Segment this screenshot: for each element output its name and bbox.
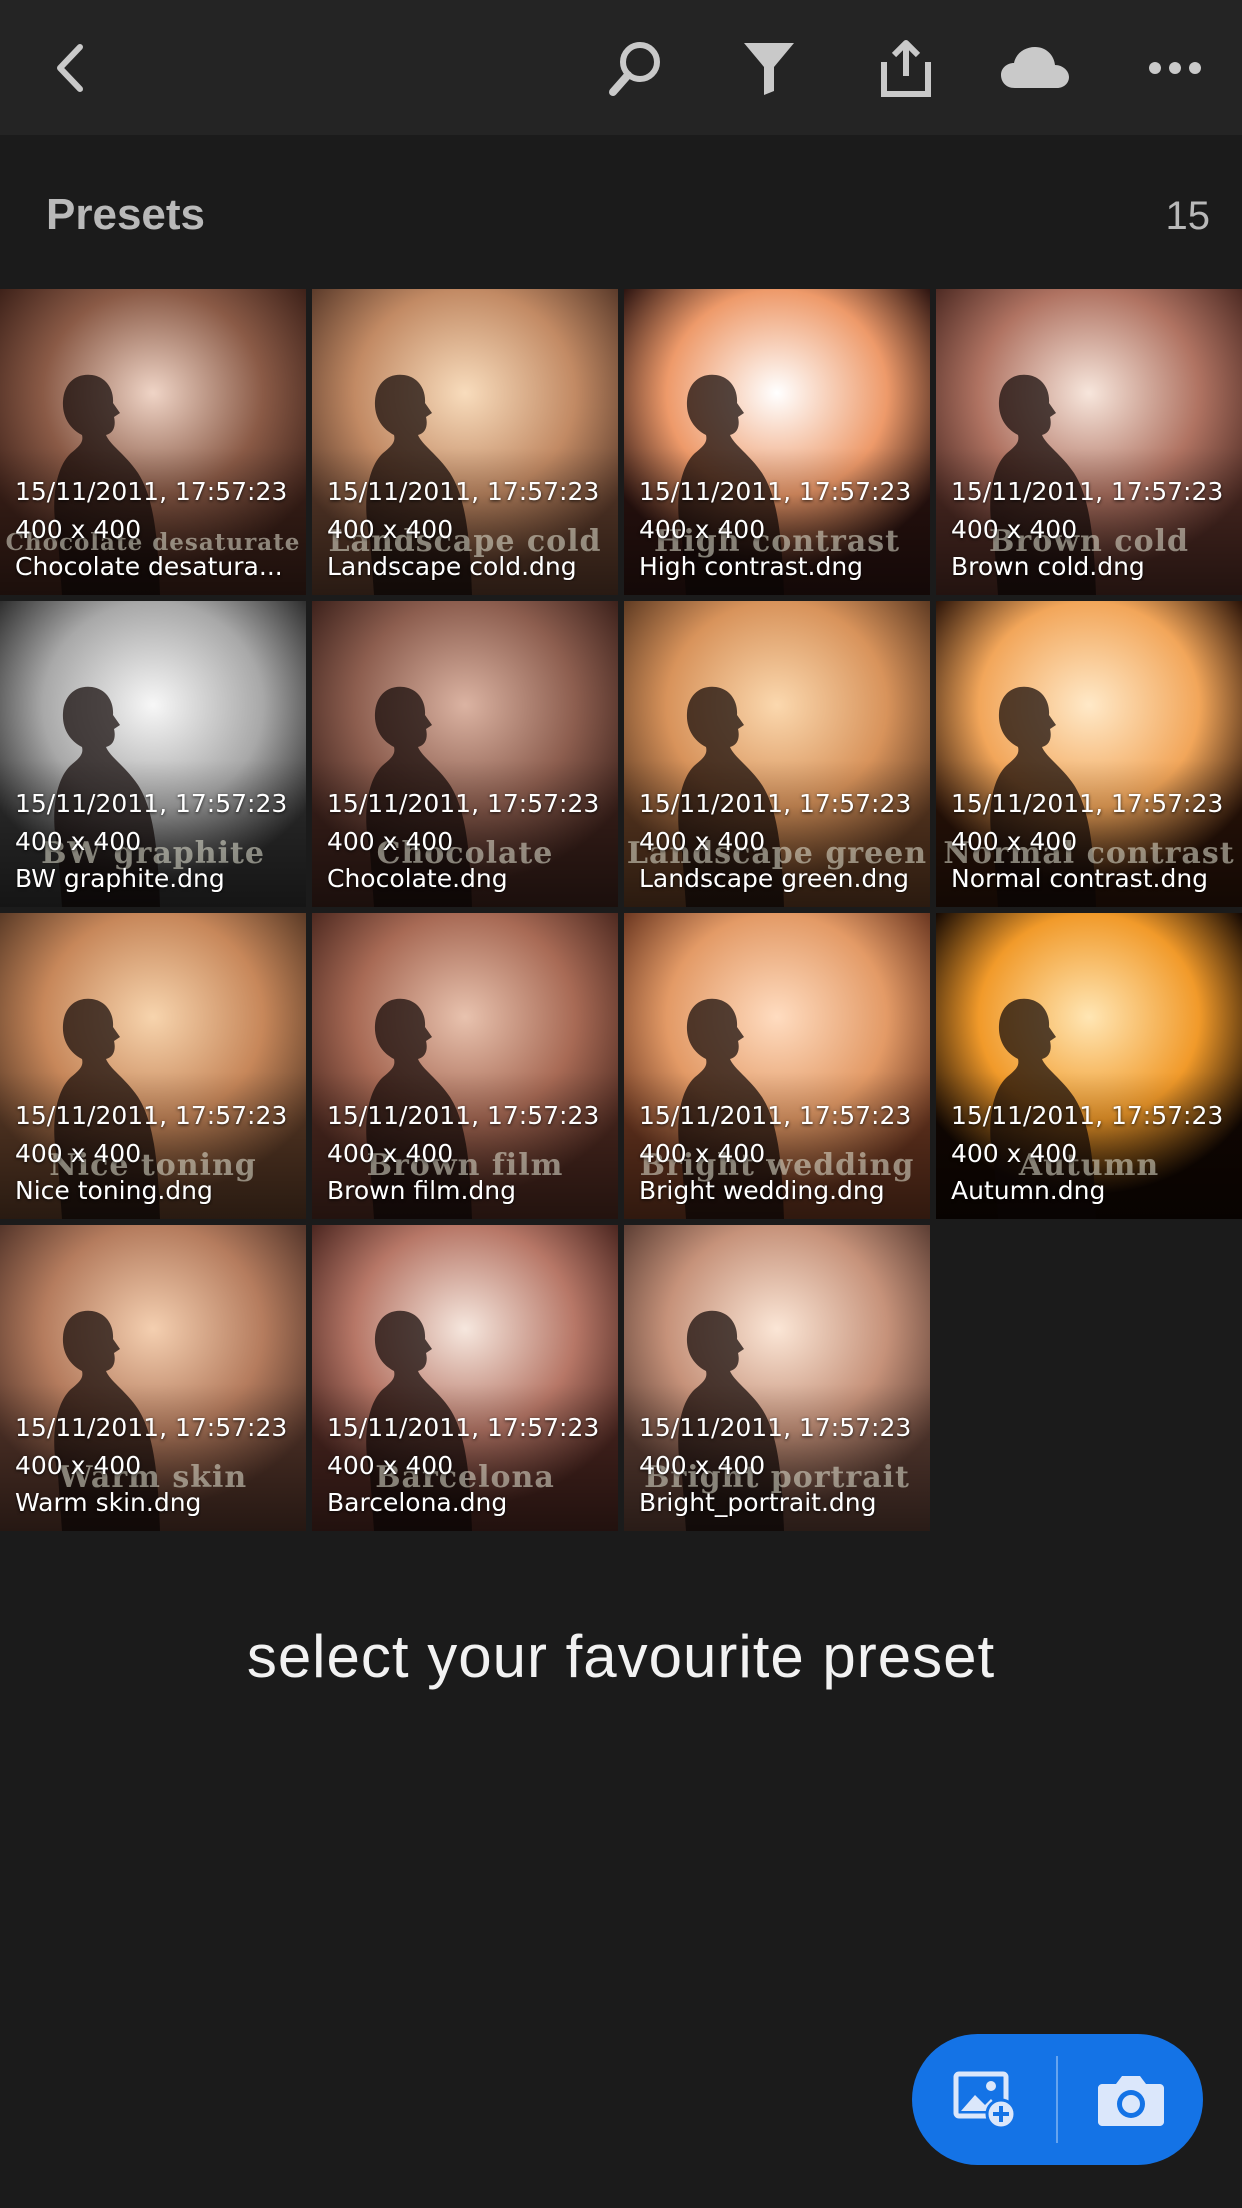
- preset-date: 15/11/2011, 17:57:23: [327, 1101, 600, 1130]
- preset-dimensions: 400 x 400: [639, 1451, 766, 1480]
- section-title: Presets: [46, 190, 206, 239]
- camera-icon: [1097, 2075, 1164, 2126]
- instruction-caption: select your favourite preset: [246, 1623, 996, 1690]
- preset-dimensions: 400 x 400: [327, 1451, 454, 1480]
- preset-dimensions: 400 x 400: [639, 515, 766, 544]
- preset-dimensions: 400 x 400: [327, 1139, 454, 1168]
- search-icon: [609, 42, 660, 96]
- share-button[interactable]: [866, 28, 946, 108]
- preset-date: 15/11/2011, 17:57:23: [951, 1101, 1224, 1130]
- preset-dimensions: 400 x 400: [951, 515, 1078, 544]
- add-photo-button[interactable]: [912, 2034, 1057, 2165]
- cloud-icon: [1001, 47, 1069, 88]
- preset-date: 15/11/2011, 17:57:23: [639, 1413, 912, 1442]
- preset-thumbnail[interactable]: Normal contrast 15/11/2011, 17:57:23 400 x…: [936, 601, 1242, 907]
- preset-filename: Chocolate desatura...: [15, 552, 283, 581]
- top-toolbar: [0, 0, 1242, 135]
- preset-date: 15/11/2011, 17:57:23: [951, 477, 1224, 506]
- back-button[interactable]: [30, 28, 110, 108]
- preset-date: 15/11/2011, 17:57:23: [639, 477, 912, 506]
- preset-thumbnail[interactable]: Bright portrait 15/11/2011, 17:57:23 400 x…: [624, 1225, 930, 1531]
- back-icon: [57, 44, 83, 92]
- preset-filename: Nice toning.dng: [15, 1176, 213, 1205]
- preset-dimensions: 400 x 400: [15, 1139, 142, 1168]
- preset-filename: Landscape green.dng: [639, 864, 909, 893]
- preset-thumbnail[interactable]: BW graphite 15/11/2011, 17:57:23 400 x 400…: [0, 601, 306, 907]
- preset-thumbnail[interactable]: Autumn 15/11/2011, 17:57:23 400 x 400 Autum…: [936, 913, 1242, 1219]
- preset-filename: Warm skin.dng: [15, 1488, 202, 1517]
- preset-date: 15/11/2011, 17:57:23: [327, 477, 600, 506]
- floating-action-bar: [912, 2034, 1203, 2165]
- preset-filename: Chocolate.dng: [327, 864, 508, 893]
- preset-thumbnail[interactable]: Bright wedding 15/11/2011, 17:57:23 400 x …: [624, 913, 930, 1219]
- search-button[interactable]: [596, 28, 676, 108]
- filter-button[interactable]: [729, 28, 809, 108]
- preset-thumbnail[interactable]: Chocolate desaturate 15/11/2011, 17:57:23…: [0, 289, 306, 595]
- preset-filename: Bright_portrait.dng: [639, 1488, 877, 1517]
- preset-dimensions: 400 x 400: [15, 827, 142, 856]
- preset-date: 15/11/2011, 17:57:23: [327, 789, 600, 818]
- preset-thumbnail[interactable]: Brown film 15/11/2011, 17:57:23 400 x 400 B…: [312, 913, 618, 1219]
- preset-thumbnail[interactable]: Landscape cold 15/11/2011, 17:57:23 400 x …: [312, 289, 618, 595]
- share-icon: [881, 40, 931, 97]
- preset-date: 15/11/2011, 17:57:23: [327, 1413, 600, 1442]
- preset-thumbnail[interactable]: Chocolate 15/11/2011, 17:57:23 400 x 400 Ch…: [312, 601, 618, 907]
- preset-filename: Brown cold.dng: [951, 552, 1145, 581]
- preset-thumbnail[interactable]: Warm skin 15/11/2011, 17:57:23 400 x 400 Wa…: [0, 1225, 306, 1531]
- preset-dimensions: 400 x 400: [15, 1451, 142, 1480]
- cloud-button[interactable]: [995, 28, 1075, 108]
- preset-date: 15/11/2011, 17:57:23: [15, 1413, 288, 1442]
- preset-count: 15: [1165, 194, 1211, 238]
- preset-dimensions: 400 x 400: [639, 1139, 766, 1168]
- preset-dimensions: 400 x 400: [327, 827, 454, 856]
- preset-filename: High contrast.dng: [639, 552, 864, 581]
- preset-dimensions: 400 x 400: [639, 827, 766, 856]
- preset-thumbnail[interactable]: Barcelona 15/11/2011, 17:57:23 400 x 400 Ba…: [312, 1225, 618, 1531]
- preset-filename: Bright wedding.dng: [639, 1176, 885, 1205]
- filter-icon: [744, 43, 794, 95]
- preset-dimensions: 400 x 400: [327, 515, 454, 544]
- preset-date: 15/11/2011, 17:57:23: [15, 1101, 288, 1130]
- preset-filename: Autumn.dng: [951, 1176, 1106, 1205]
- preset-filename: Landscape cold.dng: [327, 552, 577, 581]
- preset-dimensions: 400 x 400: [951, 827, 1078, 856]
- preset-date: 15/11/2011, 17:57:23: [639, 1101, 912, 1130]
- preset-date: 15/11/2011, 17:57:23: [639, 789, 912, 818]
- preset-thumbnail[interactable]: Brown cold 15/11/2011, 17:57:23 400 x 400 B…: [936, 289, 1242, 595]
- add-photo-icon: [953, 2071, 1016, 2129]
- preset-filename: Brown film.dng: [327, 1176, 516, 1205]
- preset-date: 15/11/2011, 17:57:23: [951, 789, 1224, 818]
- preset-filename: Normal contrast.dng: [951, 864, 1209, 893]
- preset-dimensions: 400 x 400: [951, 1139, 1078, 1168]
- camera-button[interactable]: [1058, 2034, 1203, 2165]
- preset-filename: BW graphite.dng: [15, 864, 225, 893]
- preset-thumbnail[interactable]: Nice toning 15/11/2011, 17:57:23 400 x 400…: [0, 913, 306, 1219]
- preset-dimensions: 400 x 400: [15, 515, 142, 544]
- preset-thumbnail[interactable]: Landscape green 15/11/2011, 17:57:23 400 x…: [624, 601, 930, 907]
- preset-date: 15/11/2011, 17:57:23: [15, 477, 288, 506]
- preset-grid: Chocolate desaturate 15/11/2011, 17:57:23…: [0, 289, 1242, 1531]
- preset-date: 15/11/2011, 17:57:23: [15, 789, 288, 818]
- more-button[interactable]: [1135, 28, 1215, 108]
- more-icon: [1149, 62, 1201, 74]
- preset-thumbnail[interactable]: High contrast 15/11/2011, 17:57:23 400 x 4…: [624, 289, 930, 595]
- preset-filename: Barcelona.dng: [327, 1488, 508, 1517]
